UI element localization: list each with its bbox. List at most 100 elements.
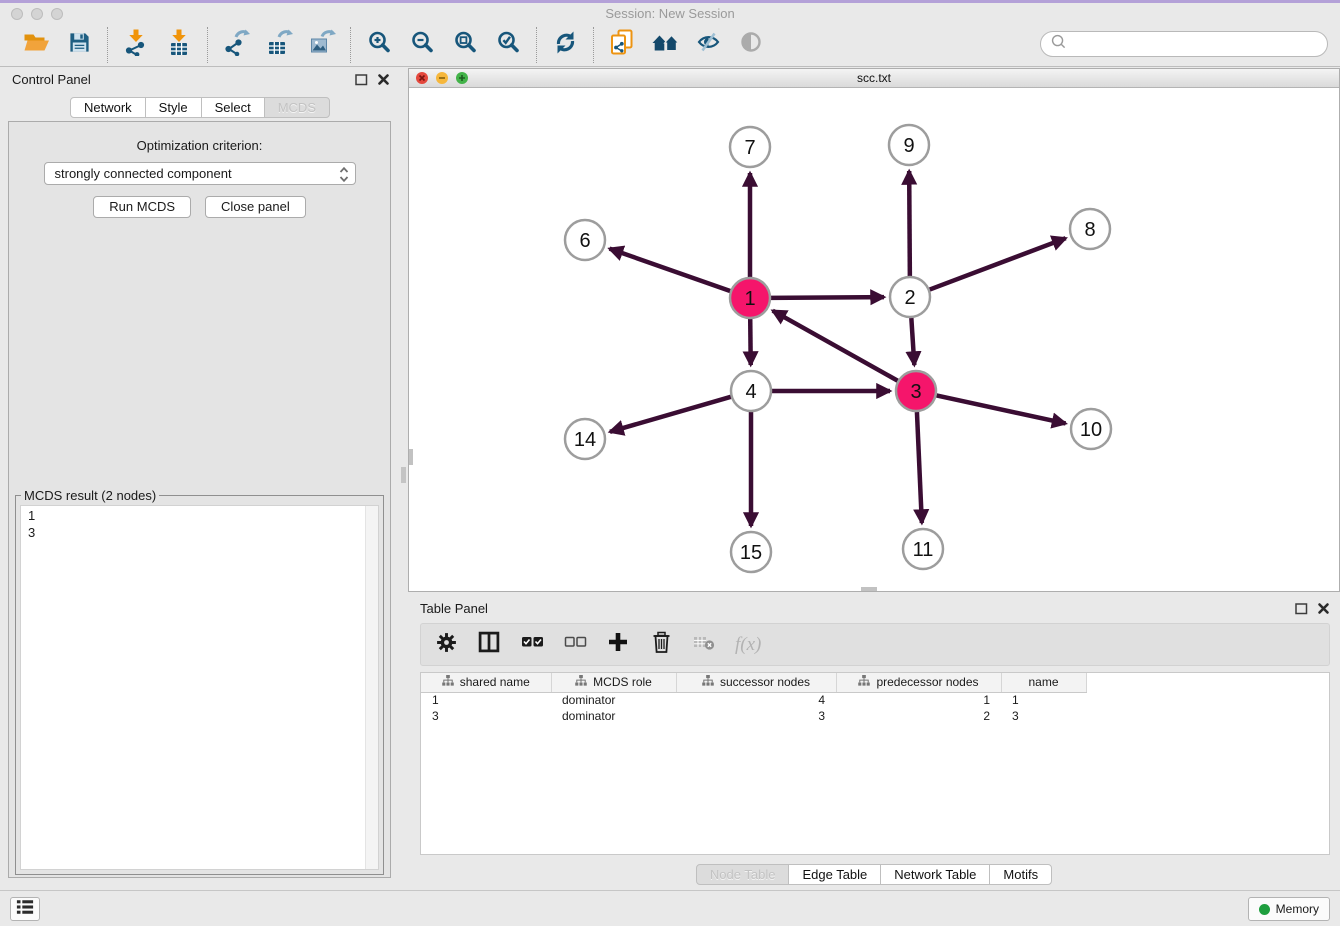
graph-node-10[interactable]: 10	[1071, 409, 1111, 449]
network-graph: 7 9 6 8 1 2 4 3 14 10 15 11	[409, 88, 1339, 591]
search-box[interactable]	[1040, 31, 1328, 57]
graph-node-1[interactable]: 1	[730, 278, 770, 318]
table-cell[interactable]: dominator	[551, 708, 676, 724]
tab-motifs[interactable]: Motifs	[989, 864, 1052, 885]
select-all-button[interactable]	[520, 632, 544, 658]
graph-node-7[interactable]: 7	[730, 127, 770, 167]
tab-edge-table[interactable]: Edge Table	[788, 864, 881, 885]
column-header-successor-nodes[interactable]: successor nodes	[676, 673, 836, 692]
memory-button[interactable]: Memory	[1248, 897, 1330, 921]
vertical-splitter[interactable]	[400, 67, 408, 890]
network-vertical-scroll-thumb[interactable]	[409, 449, 413, 465]
home-button[interactable]	[650, 30, 680, 60]
clone-network-button[interactable]	[607, 30, 637, 60]
criterion-select[interactable]: strongly connected component	[44, 162, 356, 185]
graph-node-9[interactable]: 9	[889, 125, 929, 165]
mcds-result-scrollbar[interactable]	[365, 506, 378, 869]
zoom-selected-button[interactable]	[493, 30, 523, 60]
tab-mcds[interactable]: MCDS	[264, 97, 330, 118]
float-panel-icon[interactable]	[1295, 602, 1308, 620]
delete-table-icon	[650, 631, 673, 659]
graph-node-6[interactable]: 6	[565, 220, 605, 260]
refresh-button[interactable]	[550, 30, 580, 60]
graph-edge-3-1[interactable]	[773, 311, 898, 381]
network-canvas[interactable]: 7 9 6 8 1 2 4 3 14 10 15 11	[409, 88, 1339, 591]
graph-edge-2-8[interactable]	[930, 238, 1066, 289]
preview-eye-button[interactable]	[736, 30, 766, 60]
network-window-titlebar[interactable]: scc.txt	[409, 69, 1339, 88]
save-session-button[interactable]	[64, 30, 94, 60]
table-cell[interactable]: 3	[676, 708, 836, 724]
graph-edge-1-2[interactable]	[771, 297, 884, 298]
import-table-button[interactable]	[164, 30, 194, 60]
mcds-result-list[interactable]: 1 3	[20, 505, 379, 870]
main-titlebar: Session: New Session	[0, 3, 1340, 23]
table-cell[interactable]: 3	[421, 708, 551, 724]
split-view-button[interactable]	[477, 632, 501, 658]
task-history-button[interactable]	[10, 897, 40, 921]
graph-node-label: 10	[1080, 419, 1102, 441]
tab-style[interactable]: Style	[145, 97, 202, 118]
graph-node-15[interactable]: 15	[731, 532, 771, 572]
column-header-predecessor-nodes[interactable]: predecessor nodes	[836, 673, 1001, 692]
graph-edge-3-10[interactable]	[937, 395, 1066, 423]
network-maximize-button[interactable]	[456, 72, 468, 84]
table-cell[interactable]: 2	[836, 708, 1001, 724]
graph-edge-2-3[interactable]	[911, 318, 914, 365]
table-cell[interactable]: 3	[1001, 708, 1086, 724]
table-settings-button[interactable]	[434, 632, 458, 658]
graph-edge-3-11[interactable]	[917, 412, 922, 523]
tab-network[interactable]: Network	[70, 97, 146, 118]
graph-edge-2-9[interactable]	[909, 171, 910, 276]
graph-node-8[interactable]: 8	[1070, 209, 1110, 249]
optimization-criterion-label: Optimization criterion:	[9, 138, 390, 153]
export-image-button[interactable]	[307, 30, 337, 60]
table-cell[interactable]: 1	[1001, 692, 1086, 708]
close-panel-icon[interactable]	[1317, 602, 1330, 620]
graph-node-11[interactable]: 11	[903, 529, 943, 569]
network-close-button[interactable]	[416, 72, 428, 84]
zoom-out-button[interactable]	[407, 30, 437, 60]
export-network-button[interactable]	[221, 30, 251, 60]
graph-node-2[interactable]: 2	[890, 277, 930, 317]
table-cell[interactable]: 1	[421, 692, 551, 708]
shared-column-icon	[702, 675, 714, 689]
graph-node-label: 6	[579, 230, 590, 252]
table-settings-icon	[435, 631, 458, 659]
network-window-title: scc.txt	[409, 69, 1339, 87]
tab-network-table[interactable]: Network Table	[880, 864, 990, 885]
table-cell[interactable]: 1	[836, 692, 1001, 708]
tab-node-table[interactable]: Node Table	[696, 864, 790, 885]
graph-node-14[interactable]: 14	[565, 419, 605, 459]
tab-select[interactable]: Select	[201, 97, 265, 118]
graph-node-4[interactable]: 4	[731, 371, 771, 411]
export-table-button[interactable]	[264, 30, 294, 60]
graph-edge-1-6[interactable]	[610, 249, 731, 291]
column-header-name[interactable]: name	[1001, 673, 1086, 692]
control-panel-tabs: NetworkStyleSelectMCDS	[0, 97, 400, 118]
column-header-shared-name[interactable]: shared name	[421, 673, 551, 692]
table-cell[interactable]: 4	[676, 692, 836, 708]
close-panel-icon[interactable]	[377, 73, 390, 91]
search-input[interactable]	[1072, 37, 1318, 52]
graph-node-3[interactable]: 3	[896, 371, 936, 411]
open-session-button[interactable]	[21, 30, 51, 60]
list-icon	[15, 898, 35, 921]
table-row[interactable]: 1dominator411	[421, 692, 1086, 708]
run-mcds-button[interactable]: Run MCDS	[93, 196, 191, 218]
network-minimize-button[interactable]	[436, 72, 448, 84]
network-horizontal-scroll-thumb[interactable]	[861, 587, 877, 591]
table-row[interactable]: 3dominator323	[421, 708, 1086, 724]
toggle-visibility-button[interactable]	[693, 30, 723, 60]
zoom-fit-button[interactable]	[450, 30, 480, 60]
graph-edge-4-14[interactable]	[610, 397, 731, 432]
float-panel-icon[interactable]	[355, 73, 368, 91]
close-panel-button[interactable]: Close panel	[205, 196, 306, 218]
deselect-all-button[interactable]	[563, 632, 587, 658]
delete-table-button[interactable]	[649, 632, 673, 658]
table-cell[interactable]: dominator	[551, 692, 676, 708]
import-network-button[interactable]	[121, 30, 151, 60]
zoom-in-button[interactable]	[364, 30, 394, 60]
column-header-MCDS-role[interactable]: MCDS role	[551, 673, 676, 692]
add-column-button[interactable]	[606, 632, 630, 658]
